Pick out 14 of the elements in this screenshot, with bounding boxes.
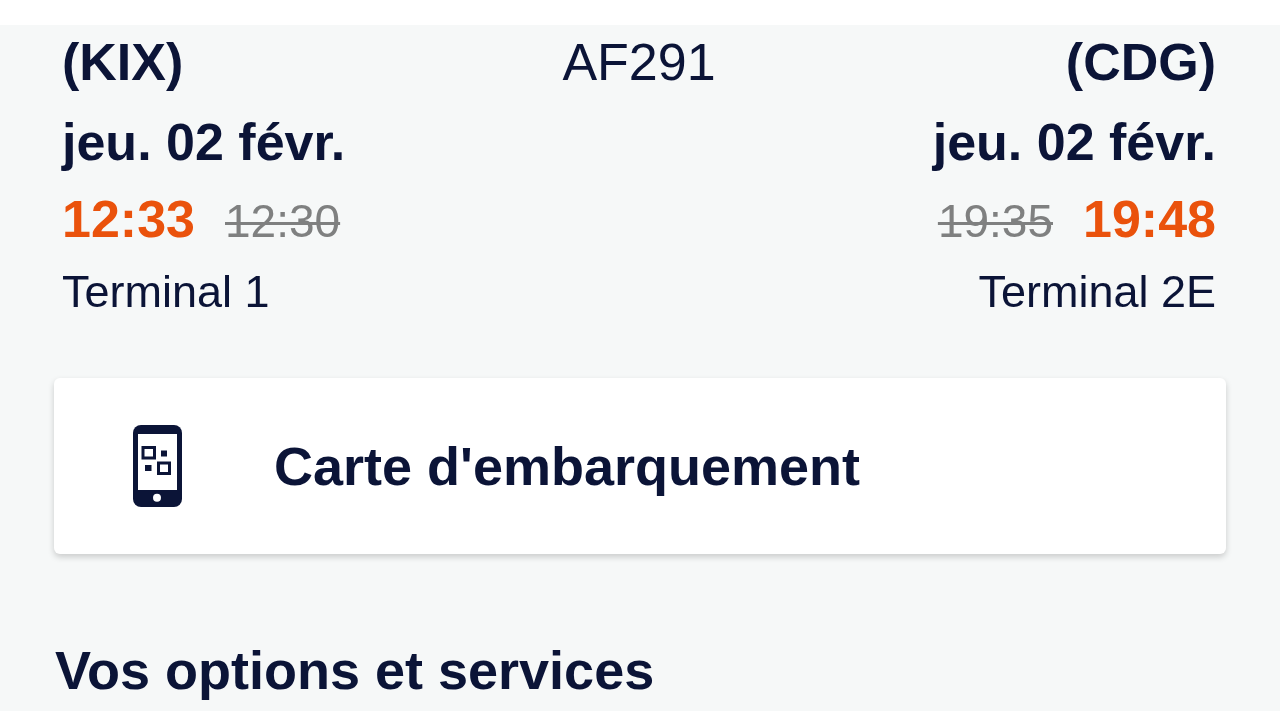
scheduled-time: 12:30	[225, 194, 341, 249]
actual-time: 19:48	[1083, 189, 1216, 250]
flight-number: AF291	[562, 32, 716, 93]
scheduled-time: 19:35	[937, 194, 1053, 249]
actual-time: 12:33	[62, 189, 195, 250]
airport-code: (KIX)	[62, 32, 184, 93]
section-heading: Vos options et services	[55, 640, 656, 700]
terminal-label: Terminal 1	[62, 265, 270, 319]
phone-icon	[133, 425, 182, 507]
flight-date: jeu. 02 févr.	[932, 112, 1216, 173]
terminal-label: Terminal 2E	[978, 265, 1216, 319]
airport-code: (CDG)	[1065, 32, 1216, 93]
flight-date: jeu. 02 févr.	[62, 112, 346, 173]
boarding-pass-button[interactable]: Carte d'embarquement	[54, 378, 1226, 554]
